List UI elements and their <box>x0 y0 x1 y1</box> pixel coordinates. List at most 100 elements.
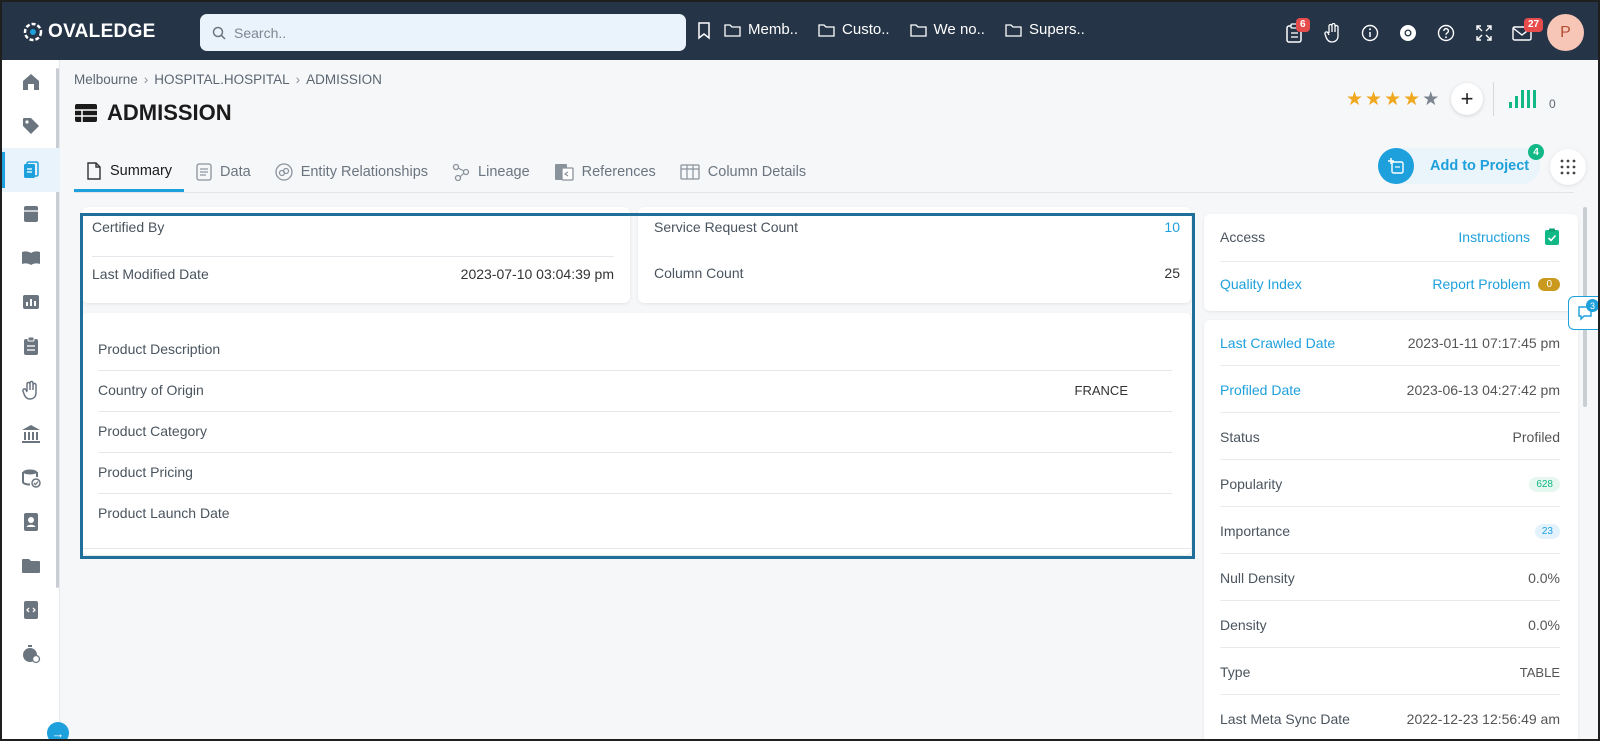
sidebar-item-code[interactable] <box>2 588 60 632</box>
divider <box>1220 261 1560 262</box>
arrow-right-icon: → <box>51 725 65 741</box>
breadcrumb-separator: › <box>143 72 149 87</box>
detail-label[interactable]: Profiled Date <box>1220 382 1301 398</box>
sidebar-item-access[interactable] <box>2 368 60 412</box>
top-bar: OVALEDGE Memb.. Custo.. We no.. <box>2 2 1598 60</box>
right-panel-scrollbar[interactable] <box>1582 207 1588 739</box>
usage-bars-icon[interactable] <box>1509 90 1536 108</box>
breadcrumb-item[interactable]: Melbourne <box>74 72 138 87</box>
database-check-icon <box>22 469 41 488</box>
breadcrumb-separator: › <box>295 72 301 87</box>
detail-label: Density <box>1220 617 1267 633</box>
tab-underline <box>74 192 1574 193</box>
detail-label: Type <box>1220 664 1251 680</box>
plus-icon: + <box>1460 86 1474 111</box>
timer-icon <box>23 645 41 664</box>
brand-name: OVALEDGE <box>48 21 156 42</box>
logo[interactable]: OVALEDGE <box>22 19 156 45</box>
star-icon[interactable]: ★ <box>1384 88 1401 111</box>
tab-label: References <box>581 164 656 180</box>
tab-column-details[interactable]: Column Details <box>668 152 818 192</box>
sidebar-item-home[interactable] <box>2 60 60 104</box>
sidebar-item-data-quality[interactable] <box>2 456 60 500</box>
sidebar-item-jobs[interactable] <box>2 632 60 676</box>
chrome-icon[interactable] <box>1389 15 1427 51</box>
detail-type: Type TABLE <box>1220 662 1560 682</box>
detail-value: TABLE <box>1519 664 1560 680</box>
detail-popularity: Popularity 628 <box>1220 474 1560 494</box>
code-icon <box>24 601 38 619</box>
bookmark-folder-4[interactable]: Supers.. <box>1005 21 1085 38</box>
detail-value: Profiled <box>1512 429 1560 445</box>
divider <box>1220 553 1560 554</box>
folder-icon <box>22 559 40 573</box>
instructions-link[interactable]: Instructions <box>1458 229 1530 245</box>
tasks-icon[interactable]: 6 <box>1275 15 1313 51</box>
logo-icon <box>23 22 43 42</box>
detail-label: Status <box>1220 429 1260 445</box>
sidebar-item-contacts[interactable] <box>2 500 60 544</box>
detail-value: 0.0% <box>1528 617 1560 633</box>
page-title: ADMISSION <box>75 100 232 126</box>
tab-data[interactable]: Data <box>184 152 263 192</box>
rating[interactable]: ★ ★ ★ ★ ★ <box>1346 88 1439 111</box>
bookmark-folder-label: We no.. <box>933 21 985 38</box>
tab-entity-relationships[interactable]: Entity Relationships <box>263 152 440 192</box>
breadcrumb-item[interactable]: HOSPITAL.HOSPITAL <box>154 72 289 87</box>
bookmark-icon[interactable] <box>697 22 711 45</box>
search-input[interactable] <box>234 24 654 41</box>
bank-icon <box>22 425 40 443</box>
avatar[interactable]: P <box>1547 14 1584 51</box>
report-icon <box>23 295 39 309</box>
detail-last-meta-sync-date: Last Meta Sync Date 2022-12-23 12:56:49 … <box>1220 709 1560 729</box>
clipboard-icon <box>24 336 38 355</box>
grid-icon <box>1560 159 1576 175</box>
report-problem-link[interactable]: Report Problem <box>1432 276 1530 292</box>
sidebar-item-tags[interactable] <box>2 104 60 148</box>
info-icon[interactable] <box>1351 15 1389 51</box>
folder-icon <box>1005 23 1022 37</box>
expand-sidebar-button[interactable]: → <box>47 722 69 741</box>
tab-references[interactable]: References <box>542 152 668 192</box>
fullscreen-icon[interactable] <box>1465 15 1503 51</box>
bookmark-folder-3[interactable]: We no.. <box>909 21 985 38</box>
table-icon <box>75 104 97 122</box>
search-box[interactable] <box>200 14 686 51</box>
bookmark-folder-1[interactable]: Memb.. <box>724 21 798 38</box>
collaboration-button[interactable]: 3 <box>1568 296 1598 330</box>
bookmark-folder-2[interactable]: Custo.. <box>818 21 890 38</box>
bookmark-folder-label: Custo.. <box>842 21 890 38</box>
sidebar-item-catalog[interactable] <box>2 148 60 192</box>
star-icon[interactable]: ★ <box>1346 88 1363 111</box>
mail-icon[interactable]: 27 <box>1503 15 1544 51</box>
detail-density: Density 0.0% <box>1220 615 1560 635</box>
apps-grid-button[interactable] <box>1550 149 1586 185</box>
tab-label: Summary <box>110 162 173 179</box>
sidebar-item-database[interactable] <box>2 192 60 236</box>
quality-index-link[interactable]: Quality Index <box>1220 276 1302 292</box>
detail-null-density: Null Density 0.0% <box>1220 568 1560 588</box>
clipboard-check-icon[interactable] <box>1544 228 1560 246</box>
access-row: Access Instructions <box>1220 227 1560 247</box>
sidebar-item-files[interactable] <box>2 544 60 588</box>
star-icon[interactable]: ★ <box>1403 88 1420 111</box>
star-icon[interactable]: ★ <box>1422 88 1439 111</box>
add-button[interactable]: + <box>1451 83 1483 115</box>
page-title-text: ADMISSION <box>107 100 232 125</box>
hand-icon[interactable] <box>1313 15 1351 51</box>
tab-summary[interactable]: Summary <box>74 152 185 192</box>
breadcrumb: Melbourne › HOSPITAL.HOSPITAL › ADMISSIO… <box>74 72 382 87</box>
add-to-project-button[interactable]: Add to Project 4 <box>1378 144 1544 184</box>
top-icons: 6 27 P <box>1275 14 1584 51</box>
sidebar-item-tasks[interactable] <box>2 324 60 368</box>
sidebar-item-governance[interactable] <box>2 412 60 456</box>
sidebar-item-reports[interactable] <box>2 280 60 324</box>
detail-label: Null Density <box>1220 570 1295 586</box>
home-icon <box>23 74 39 90</box>
project-count-badge: 4 <box>1528 144 1544 160</box>
tab-lineage[interactable]: Lineage <box>440 152 542 192</box>
sidebar-item-glossary[interactable] <box>2 236 60 280</box>
star-icon[interactable]: ★ <box>1365 88 1382 111</box>
help-icon[interactable] <box>1427 15 1465 51</box>
detail-label[interactable]: Last Crawled Date <box>1220 335 1335 351</box>
